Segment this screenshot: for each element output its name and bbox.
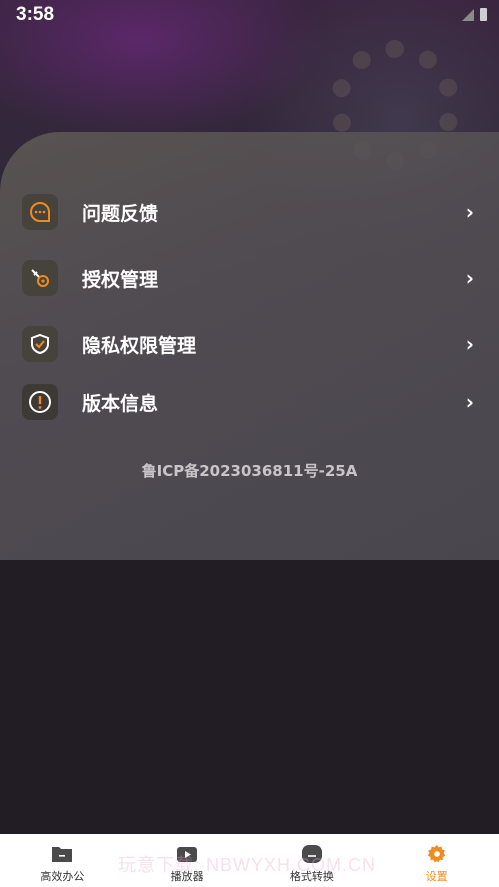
chevron-right-icon: › [465, 390, 474, 414]
icp-license-text: 鲁ICP备2023036811号-25A [141, 462, 358, 480]
tab-label: 设置 [425, 870, 448, 883]
menu-item-authorization[interactable]: 授权管理 › [22, 258, 482, 298]
info-icon [22, 384, 58, 420]
chevron-right-icon: › [465, 266, 474, 290]
menu-label: 版本信息 [82, 392, 159, 415]
shield-check-icon [22, 326, 58, 362]
menu-label: 隐私权限管理 [82, 334, 197, 357]
menu-label: 授权管理 [82, 268, 159, 291]
tab-settings[interactable]: 设置 [374, 834, 499, 887]
chat-bubble-icon [22, 194, 58, 230]
tab-office[interactable]: 高效办公 [0, 834, 125, 887]
gear-icon [426, 844, 448, 864]
chevron-right-icon: › [465, 200, 474, 224]
settings-panel: 问题反馈 › 授权管理 › 隐私权限管理 › 版本信息 › 鲁ICP备20230… [0, 132, 499, 560]
status-time: 3:58 [16, 4, 55, 25]
folder-icon [51, 844, 73, 864]
menu-item-version[interactable]: 版本信息 › [22, 382, 482, 422]
menu-label: 问题反馈 [82, 202, 159, 225]
key-icon [22, 260, 58, 296]
menu-item-privacy[interactable]: 隐私权限管理 › [22, 324, 482, 364]
status-icons [462, 8, 487, 21]
tab-label: 高效办公 [40, 870, 85, 883]
watermark-text: 玩意下载: NBWYXH.COM.CN [118, 855, 377, 875]
signal-icon [462, 8, 474, 21]
status-bar: 3:58 [0, 0, 499, 30]
menu-item-feedback[interactable]: 问题反馈 › [22, 192, 482, 232]
battery-icon [480, 8, 487, 21]
chevron-right-icon: › [465, 332, 474, 356]
